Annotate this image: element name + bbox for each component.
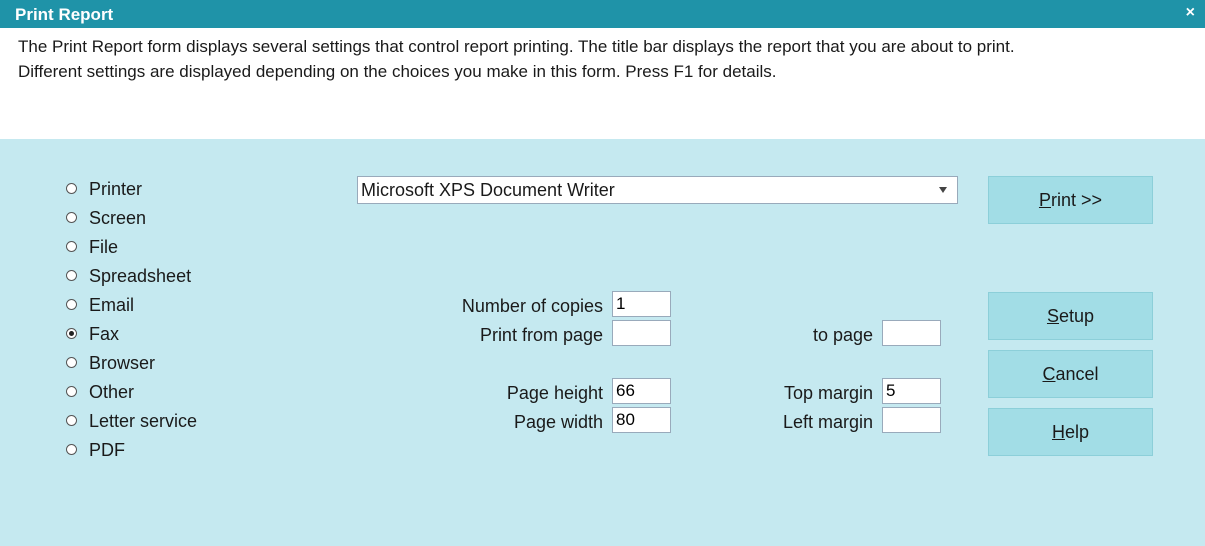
help-label: elp (1064, 421, 1090, 442)
radio-file[interactable]: File (66, 233, 236, 262)
from-page-field[interactable] (612, 320, 671, 346)
radio-button[interactable] (66, 241, 77, 252)
close-icon[interactable]: × (1186, 4, 1195, 22)
help-accel: H (1051, 421, 1065, 442)
radio-letter-service[interactable]: Letter service (66, 407, 236, 436)
setup-button[interactable]: Setup (988, 292, 1153, 340)
from-page-label: Print from page (479, 325, 603, 345)
radio-label: Spreadsheet (89, 266, 192, 286)
radio-button[interactable] (66, 444, 77, 455)
printer-select-value: Microsoft XPS Document Writer (361, 180, 615, 200)
radio-button[interactable] (66, 270, 77, 281)
radio-spreadsheet[interactable]: Spreadsheet (66, 262, 236, 291)
print-button[interactable]: Print >> (988, 176, 1153, 224)
radio-button[interactable] (66, 386, 77, 397)
page-width-label: Page width (513, 412, 603, 432)
description-line-1: The Print Report form displays several s… (18, 37, 1015, 56)
radio-printer[interactable]: Printer (66, 175, 236, 204)
radio-label: Other (89, 382, 135, 402)
to-page-label: to page (812, 325, 873, 345)
cancel-accel: C (1042, 363, 1056, 384)
cancel-button[interactable]: Cancel (988, 350, 1153, 398)
page-height-label: Page height (506, 383, 603, 403)
page-height-field[interactable] (612, 378, 671, 404)
radio-email[interactable]: Email (66, 291, 236, 320)
print-accel: P (1038, 189, 1051, 210)
print-label: rint >> (1050, 189, 1103, 210)
setup-accel: S (1046, 305, 1059, 326)
radio-button[interactable] (66, 415, 77, 426)
description-panel: The Print Report form displays several s… (0, 28, 1205, 139)
setup-label: etup (1058, 305, 1095, 326)
radio-label: File (89, 237, 119, 257)
help-button[interactable]: Help (988, 408, 1153, 456)
window-title: Print Report (15, 5, 114, 24)
radio-label: PDF (89, 440, 125, 460)
title-bar: Print Report × (0, 0, 1205, 28)
cancel-label: ancel (1055, 363, 1099, 384)
radio-label: Screen (89, 208, 147, 228)
radio-button[interactable] (66, 357, 77, 368)
to-page-field[interactable] (882, 320, 941, 346)
left-margin-label: Left margin (782, 412, 873, 432)
copies-field[interactable] (612, 291, 671, 317)
radio-browser[interactable]: Browser (66, 349, 236, 378)
radio-label: Email (89, 295, 135, 315)
chevron-down-icon[interactable] (939, 187, 947, 193)
radio-label: Fax (89, 324, 120, 344)
description-line-2: Different settings are displayed dependi… (18, 62, 777, 81)
printer-select[interactable]: Microsoft XPS Document Writer (357, 176, 958, 204)
top-margin-label: Top margin (783, 383, 873, 403)
radio-button[interactable] (66, 299, 77, 310)
radio-button-selected[interactable] (66, 328, 77, 339)
radio-button[interactable] (66, 183, 77, 194)
copies-label: Number of copies (461, 296, 603, 316)
left-margin-field[interactable] (882, 407, 941, 433)
radio-button[interactable] (66, 212, 77, 223)
radio-screen[interactable]: Screen (66, 204, 236, 233)
radio-label: Browser (89, 353, 156, 373)
radio-label: Letter service (89, 411, 198, 431)
radio-pdf[interactable]: PDF (66, 436, 236, 465)
page-width-field[interactable] (612, 407, 671, 433)
top-margin-field[interactable] (882, 378, 941, 404)
radio-other[interactable]: Other (66, 378, 236, 407)
radio-fax[interactable]: Fax (66, 320, 236, 349)
radio-label: Printer (89, 179, 143, 199)
